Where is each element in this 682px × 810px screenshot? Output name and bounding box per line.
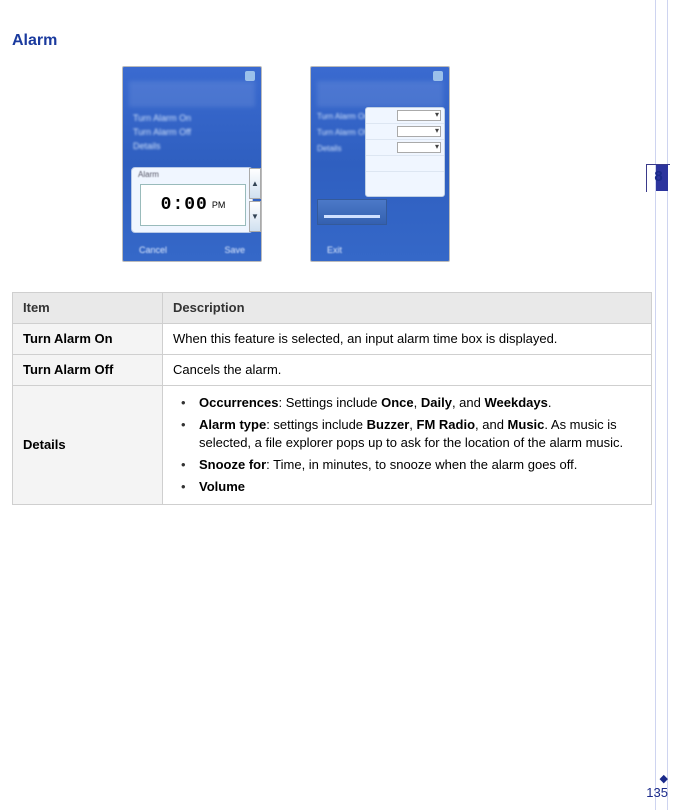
row-label: Details [13, 386, 163, 505]
label: Details [317, 141, 369, 157]
row-label: Turn Alarm Off [13, 355, 163, 386]
window-close-icon [245, 71, 255, 81]
screenshot-left-labels: Turn Alarm On Turn Alarm Off Details [317, 109, 369, 157]
chapter-number: 8 [654, 168, 662, 185]
bullet-label: Alarm type [199, 417, 266, 432]
screenshot-menu: Turn Alarm On Turn Alarm Off Details [133, 111, 191, 153]
section-title: Alarm [12, 32, 652, 50]
menu-item: Turn Alarm Off [133, 125, 191, 139]
table-row: Turn Alarm On When this feature is selec… [13, 324, 652, 355]
row-label: Turn Alarm On [13, 324, 163, 355]
alarm-time-widget: Alarm 0:00 PM [131, 167, 253, 233]
screenshot-titleband [129, 81, 255, 107]
row-desc-details: Occurrences: Settings include Once, Dail… [163, 386, 652, 505]
alarm-lcd: 0:00 PM [140, 184, 246, 226]
screenshot-titleband [317, 81, 443, 107]
softkey-right: Save [224, 245, 245, 255]
spin-up-icon: ▲ [249, 168, 261, 199]
screenshot-alarm-details: Turn Alarm On Turn Alarm Off Details Exi… [310, 66, 450, 262]
lcd-time: 0:00 [161, 195, 208, 215]
bullet-label: Occurrences [199, 395, 279, 410]
diamond-icon: ◆ [660, 773, 668, 785]
softkey-left: Exit [327, 245, 342, 255]
list-item: Alarm type: settings include Buzzer, FM … [173, 414, 641, 454]
spinner-group: ▲ ▼ [248, 167, 262, 233]
panel-row [366, 140, 444, 156]
page-footer: ◆ 135 [646, 771, 668, 800]
list-item: Occurrences: Settings include Once, Dail… [173, 392, 641, 414]
margin-guide-line [655, 0, 656, 810]
bullet-text: : settings include [266, 417, 366, 432]
table-row: Turn Alarm Off Cancels the alarm. [13, 355, 652, 386]
table-row: Details Occurrences: Settings include On… [13, 386, 652, 505]
bullet-label: Volume [199, 479, 245, 494]
panel-row [366, 124, 444, 140]
alarm-description-table: Item Description Turn Alarm On When this… [12, 292, 652, 505]
softkey-bar: Cancel Save [139, 245, 245, 255]
label: Turn Alarm On [317, 109, 369, 125]
spin-down-icon: ▼ [249, 201, 261, 232]
dropdown-icon [397, 126, 441, 137]
lcd-ampm: PM [212, 200, 226, 210]
details-panel [365, 107, 445, 197]
header-description: Description [163, 293, 652, 324]
window-close-icon [433, 71, 443, 81]
widget-label: Alarm [138, 170, 159, 179]
table-header-row: Item Description [13, 293, 652, 324]
screenshot-row: Turn Alarm On Turn Alarm Off Details Ala… [12, 66, 652, 262]
row-desc: Cancels the alarm. [163, 355, 652, 386]
row-desc: When this feature is selected, an input … [163, 324, 652, 355]
volume-slider-mock [317, 199, 387, 225]
dropdown-icon [397, 110, 441, 121]
panel-row [366, 156, 444, 172]
slider-track [324, 215, 380, 218]
list-item: Volume [173, 476, 641, 498]
panel-row [366, 108, 444, 124]
details-bullets: Occurrences: Settings include Once, Dail… [173, 392, 641, 498]
panel-row [366, 172, 444, 188]
page-number: 135 [646, 785, 668, 800]
screenshot-alarm-time: Turn Alarm On Turn Alarm Off Details Ala… [122, 66, 262, 262]
header-item: Item [13, 293, 163, 324]
softkey-bar: Exit [327, 245, 433, 255]
label: Turn Alarm Off [317, 125, 369, 141]
list-item: Snooze for: Time, in minutes, to snooze … [173, 454, 641, 476]
menu-item: Turn Alarm On [133, 111, 191, 125]
bullet-label: Snooze for [199, 457, 266, 472]
softkey-left: Cancel [139, 245, 167, 255]
dropdown-icon [397, 142, 441, 153]
bullet-text: : Settings include [279, 395, 382, 410]
margin-guide-line-outer [667, 0, 668, 810]
bullet-text: : Time, in minutes, to snooze when the a… [266, 457, 577, 472]
menu-item: Details [133, 139, 191, 153]
